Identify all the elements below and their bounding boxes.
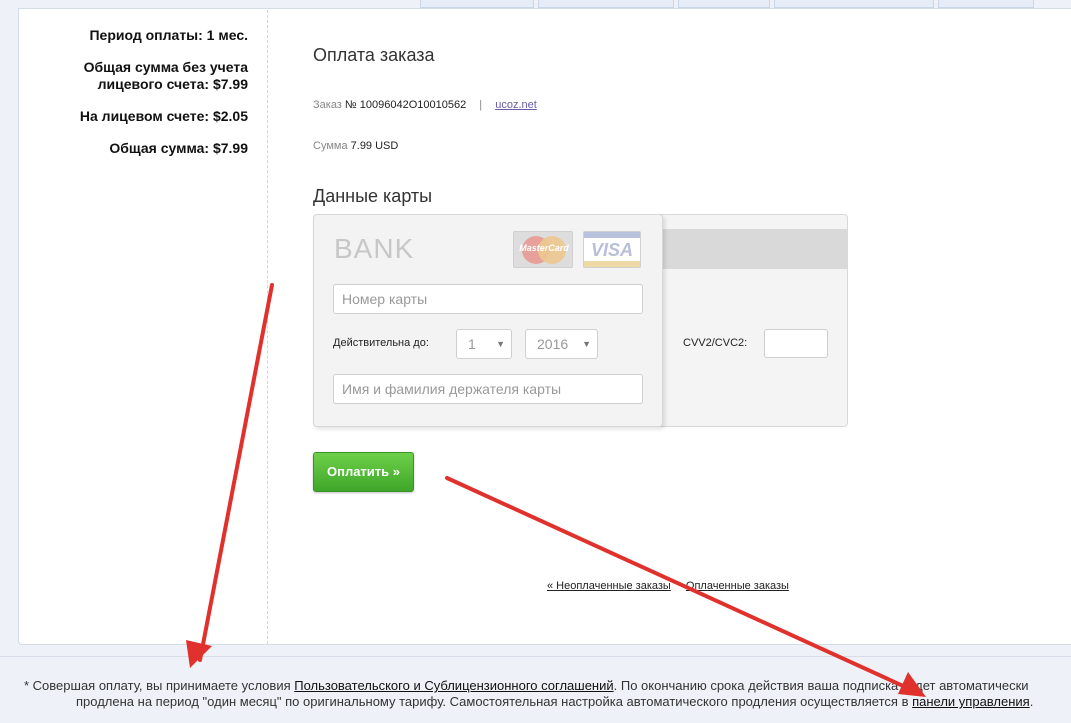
- merchant-link[interactable]: ucoz.net: [495, 99, 537, 111]
- chevron-down-icon: ▼: [496, 339, 505, 349]
- order-number: № 10096042O10010562: [344, 99, 467, 111]
- expiry-month-select[interactable]: 1 ▼: [456, 329, 512, 359]
- sum-value: 7.99 USD: [350, 140, 399, 152]
- unpaid-orders-link[interactable]: « Неоплаченные заказы: [547, 580, 671, 592]
- order-sum: Сумма 7.99 USD: [313, 140, 398, 152]
- page-title: Оплата заказа: [313, 45, 435, 65]
- footer-line-2: продлена на период "один месяц" по ориги…: [76, 694, 1034, 709]
- account-balance: На лицевом счете: $2.05: [79, 108, 248, 124]
- order-summary: Период оплаты: 1 мес. Общая сумма без уч…: [30, 27, 248, 172]
- valid-until-label: Действительна до:: [333, 337, 429, 349]
- total-without-account: Общая сумма без учета лицевого счета: $7…: [83, 59, 248, 92]
- order-label: Заказ: [313, 99, 342, 111]
- top-tab[interactable]: [774, 0, 934, 8]
- expiry-year-select[interactable]: 2016 ▼: [525, 329, 598, 359]
- column-divider: [267, 10, 268, 644]
- pay-button[interactable]: Оплатить »: [313, 452, 414, 492]
- top-tab[interactable]: [420, 0, 534, 8]
- top-tab-strip: [420, 0, 1071, 8]
- top-tab[interactable]: [938, 0, 1034, 8]
- order-info: Заказ № 10096042O10010562 | ucoz.net: [313, 99, 537, 111]
- bank-label: BANK: [334, 233, 415, 264]
- separator: |: [479, 99, 483, 111]
- cvv-input[interactable]: [764, 329, 828, 358]
- cvv-label: CVV2/CVC2:: [683, 337, 748, 349]
- card-holder-input[interactable]: Имя и фамилия держателя карты: [333, 374, 643, 404]
- visa-logo-icon: VISA: [583, 231, 641, 268]
- control-panel-link[interactable]: панели управления: [912, 694, 1030, 709]
- card-number-input[interactable]: Номер карты: [333, 284, 643, 314]
- card-section-title: Данные карты: [313, 186, 433, 206]
- mastercard-logo-icon: MasterCard: [513, 231, 573, 268]
- sum-label: Сумма: [313, 140, 348, 152]
- top-tab[interactable]: [538, 0, 674, 8]
- top-tab[interactable]: [678, 0, 770, 8]
- expiry-year-value: 2016: [537, 336, 569, 352]
- paid-orders-link[interactable]: Оплаченные заказы: [686, 580, 789, 592]
- agreement-link[interactable]: Пользовательского и Сублицензионного сог…: [294, 678, 613, 693]
- order-links: « Неоплаченные заказы Оплаченные заказы: [547, 580, 789, 592]
- footer-line-1: * Совершая оплату, вы принимаете условия…: [24, 678, 1029, 693]
- chevron-down-icon: ▼: [582, 339, 591, 349]
- magnetic-stripe: [662, 229, 848, 269]
- total-sum: Общая сумма: $7.99: [109, 140, 248, 156]
- footer-note: * Совершая оплату, вы принимаете условия…: [24, 678, 1071, 710]
- expiry-month-value: 1: [468, 336, 476, 352]
- payment-period: Период оплаты: 1 мес.: [89, 27, 248, 43]
